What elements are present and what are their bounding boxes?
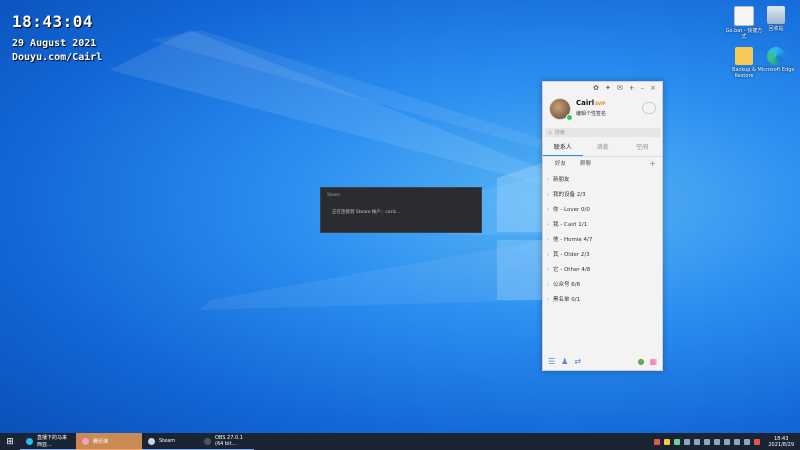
contact-group[interactable]: › 黑名单 0/1 <box>543 293 662 308</box>
chevron-right-icon: › <box>547 252 549 258</box>
taskbar-task-app[interactable]: 腾讯课 <box>76 433 142 450</box>
nickname: Cairl <box>576 99 595 107</box>
stream-site: Douyu.com/Cairl <box>12 52 103 63</box>
taskbar-clock[interactable]: 18:43 2021/8/29 <box>768 436 794 448</box>
minimize-icon[interactable]: – <box>641 84 645 94</box>
subtab-groups[interactable]: 群聊 <box>580 159 591 169</box>
app-center-icon[interactable]: ● <box>637 357 644 366</box>
desktop-icon-recycle-bin[interactable]: 回收站 <box>757 6 795 32</box>
search-icon: ⌕ <box>549 129 552 136</box>
taskbar-task-steam[interactable]: Steam <box>142 433 198 450</box>
close-icon[interactable]: × <box>650 84 656 94</box>
volume-icon[interactable] <box>734 438 741 445</box>
qq-app-icon[interactable]: ✦ <box>605 84 611 94</box>
chevron-right-icon: › <box>547 207 549 213</box>
tray-icon[interactable] <box>684 438 691 445</box>
qq-bottom-toolbar: ☰ ♟ ⇄ ● ▦ <box>543 355 662 367</box>
tab-contacts[interactable]: 联系人 <box>543 142 583 156</box>
subtab-friends[interactable]: 好友 <box>555 159 566 169</box>
chevron-right-icon: › <box>547 222 549 228</box>
qq-titlebar: ✿ ✦ ✉ + – × <box>543 82 662 94</box>
dialog-title: Steam <box>327 192 340 197</box>
qq-skin-icon[interactable]: ✿ <box>593 84 599 94</box>
chevron-right-icon: › <box>547 267 549 273</box>
vip-badge: SVIP <box>595 101 606 106</box>
windows-start-icon[interactable]: ⊞ <box>0 437 20 447</box>
app-icon <box>82 437 89 445</box>
chevron-right-icon: › <box>547 192 549 198</box>
search-input[interactable]: ⌕ 搜索 <box>545 128 660 137</box>
tray-icon[interactable] <box>714 438 721 445</box>
steam-icon <box>148 437 155 445</box>
contact-group[interactable]: › 公众号 6/6 <box>543 278 662 293</box>
dialog-message: 正在连接到 Steam 帐户：carls... <box>332 210 401 215</box>
network-icon[interactable] <box>724 438 731 445</box>
chevron-right-icon: › <box>547 237 549 243</box>
recycle-bin-icon <box>767 6 785 24</box>
add-friend-icon[interactable]: ♟ <box>561 357 568 366</box>
contact-group[interactable]: › 我 - Cairl 1/1 <box>543 218 662 233</box>
system-tray: 18:43 2021/8/29 <box>654 436 800 448</box>
edge-icon <box>767 47 785 65</box>
contact-group[interactable]: › 新朋友 <box>543 173 662 188</box>
tab-messages[interactable]: 消息 <box>583 142 623 156</box>
taskbar: ⊞ 直播下的马来西亚... 腾讯课 Steam OBS 27.0.1 (64 b… <box>0 433 800 450</box>
file-transfer-icon[interactable]: ⇄ <box>574 357 581 366</box>
qq-add-icon[interactable]: + <box>629 84 635 94</box>
ime-icon[interactable] <box>744 438 751 445</box>
qq-mail-icon[interactable]: ✉ <box>617 84 623 94</box>
app-grid-icon[interactable]: ▦ <box>649 357 657 366</box>
folder-icon <box>735 47 753 65</box>
tray-icon[interactable] <box>754 438 761 445</box>
edge-icon <box>26 437 33 445</box>
tab-space[interactable]: 空间 <box>622 142 662 156</box>
contact-group-list: › 新朋友 › 我的设备 2/3 › 你 - Lover 0/0 › 我 - Cairl… <box>543 173 662 308</box>
chevron-right-icon: › <box>547 297 549 303</box>
shortcut-icon <box>734 6 754 26</box>
taskbar-task-edge[interactable]: 直播下的马来西亚... <box>20 433 76 450</box>
steam-login-dialog[interactable]: Steam 正在连接到 Steam 帐户：carls... <box>320 187 482 233</box>
tray-icon[interactable] <box>694 438 701 445</box>
obs-icon <box>204 437 211 445</box>
menu-icon[interactable]: ☰ <box>548 357 555 366</box>
tray-icon[interactable] <box>664 438 671 445</box>
tray-icon[interactable] <box>654 438 661 445</box>
online-status-icon[interactable] <box>566 114 573 121</box>
search-placeholder: 搜索 <box>554 130 565 136</box>
stream-clock: 18:43:04 <box>12 12 94 31</box>
tray-icon[interactable] <box>704 438 711 445</box>
chevron-right-icon: › <box>547 177 549 183</box>
contact-group[interactable]: › 我的设备 2/3 <box>543 188 662 203</box>
taskbar-task-obs[interactable]: OBS 27.0.1 (64 bit... <box>198 433 254 450</box>
add-icon[interactable]: + <box>649 159 656 169</box>
contact-group[interactable]: › 其 - Older 2/3 <box>543 248 662 263</box>
stream-date: 29 August 2021 <box>12 38 97 49</box>
qq-main-panel[interactable]: ✿ ✦ ✉ + – × Cairl SVIP 编辑个性签名 ⌕ 搜索 联系人 消… <box>542 81 663 371</box>
signature[interactable]: 编辑个性签名 <box>576 110 606 117</box>
tray-icon[interactable] <box>674 438 681 445</box>
weather-icon[interactable] <box>642 102 656 114</box>
desktop-icon-edge[interactable]: Microsoft Edge <box>757 47 795 73</box>
qq-subtabs: 好友 群聊 + <box>543 159 662 169</box>
contact-group[interactable]: › 他 - Homie 4/7 <box>543 233 662 248</box>
contact-group[interactable]: › 它 - Other 4/8 <box>543 263 662 278</box>
contact-group[interactable]: › 你 - Lover 0/0 <box>543 203 662 218</box>
qq-tabs: 联系人 消息 空间 <box>543 142 662 157</box>
chevron-right-icon: › <box>547 282 549 288</box>
